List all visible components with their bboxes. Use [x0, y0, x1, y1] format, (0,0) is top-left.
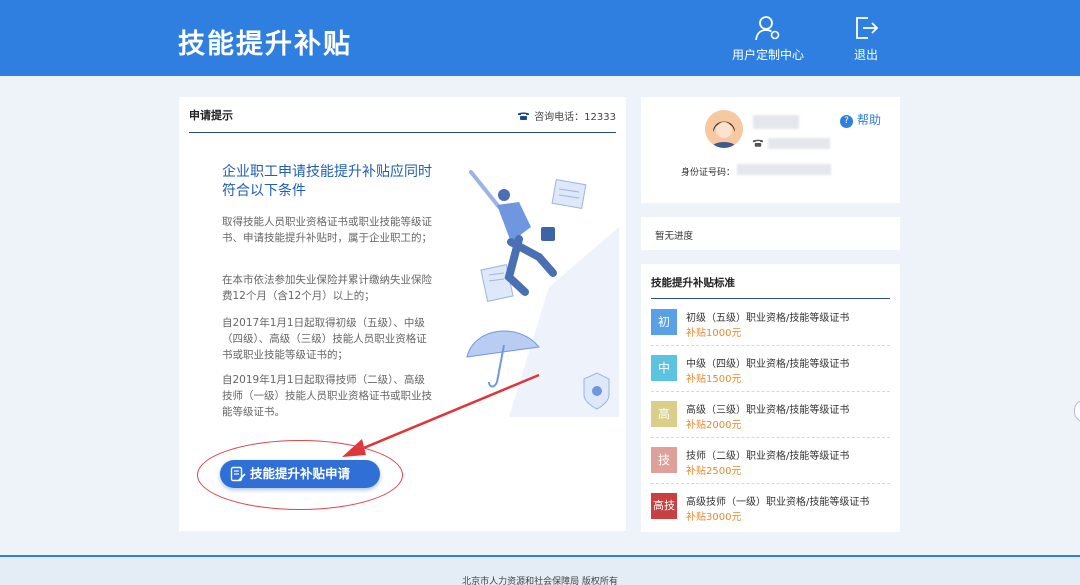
profile-card: ? 帮助 身份证号码：: [641, 97, 900, 203]
copyright-text: 北京市人力资源和社会保障局 版权所有: [462, 577, 618, 585]
logout-icon: [856, 17, 879, 39]
no-progress-text: 暂无进度: [655, 231, 694, 242]
condition-item: 在本市依法参加失业保险并累计缴纳失业保险费12个月（含12个月）以上的；: [222, 274, 432, 302]
hotline: 咨询电话：12333: [517, 108, 616, 123]
level-name: 初级（五级）职业资格/技能等级证书: [686, 313, 850, 324]
logout-button[interactable]: 退出: [826, 14, 906, 63]
avatar: [705, 110, 743, 148]
divider: [651, 298, 890, 299]
level-amount: 补贴1000元: [686, 328, 742, 339]
footer: 北京市人力资源和社会保障局 版权所有: [0, 555, 1080, 585]
user-center-button[interactable]: 用户定制中心: [728, 14, 808, 63]
avatar-person-icon: [705, 110, 743, 148]
apply-subsidy-label: 技能提升补贴申请: [250, 466, 351, 481]
level-amount: 补贴1500元: [686, 374, 742, 385]
subsidy-level-item: 高技 高级技师（一级）职业资格/技能等级证书 补贴3000元: [651, 484, 890, 530]
level-amount: 补贴2000元: [686, 420, 742, 431]
level-name: 技师（二级）职业资格/技能等级证书: [686, 451, 850, 462]
apply-tips-panel: 申请提示 咨询电话：12333 企业职工申请技能提升补贴应同时符合以下条件 取得…: [179, 97, 626, 531]
level-amount: 补贴2500元: [686, 466, 742, 477]
level-badge: 高: [651, 401, 677, 427]
masked-id-number: [737, 164, 831, 175]
level-name: 中级（四级）职业资格/技能等级证书: [686, 359, 850, 370]
top-header: 技能提升补贴 用户定制中心 退出: [0, 0, 1080, 76]
apply-tips-header: 申请提示 咨询电话：12333: [189, 97, 616, 133]
subsidy-level-item: 初 初级（五级）职业资格/技能等级证书 补贴1000元: [651, 300, 890, 346]
telephone-icon: [518, 112, 530, 120]
help-label: 帮助: [857, 113, 882, 127]
apply-tips-heading: 申请提示: [189, 109, 233, 122]
conditions-title: 企业职工申请技能提升补贴应同时符合以下条件: [222, 164, 432, 199]
side-scroll-handle[interactable]: [1074, 400, 1080, 422]
hotline-text: 咨询电话：12333: [534, 112, 616, 123]
user-center-label: 用户定制中心: [731, 48, 804, 62]
user-settings-icon: [755, 16, 780, 41]
level-name: 高级技师（一级）职业资格/技能等级证书: [686, 497, 870, 508]
subsidy-level-item: 高 高级（三级）职业资格/技能等级证书 补贴2000元: [651, 392, 890, 438]
level-badge: 高技: [651, 493, 677, 519]
level-badge: 中: [651, 355, 677, 381]
apply-subsidy-button[interactable]: 技能提升补贴申请: [220, 460, 380, 488]
level-badge: 技: [651, 447, 677, 473]
subsidy-level-item: 技 技师（二级）职业资格/技能等级证书 补贴2500元: [651, 438, 890, 484]
help-link[interactable]: ? 帮助: [840, 111, 881, 128]
level-badge: 初: [651, 309, 677, 335]
progress-card: 暂无进度: [641, 217, 900, 250]
condition-item: 自2017年1月1日起取得初级（五级）、中级（四级）、高级（三级）技能人员职业资…: [222, 317, 427, 361]
subsidy-standard-heading: 技能提升补贴标准: [651, 277, 735, 289]
subsidy-level-item: 中 中级（四级）职业资格/技能等级证书 补贴1500元: [651, 346, 890, 392]
id-number-label: 身份证号码：: [681, 168, 736, 178]
subsidy-standard-card: 技能提升补贴标准 初 初级（五级）职业资格/技能等级证书 补贴1000元 中 中…: [641, 264, 900, 532]
logout-label: 退出: [853, 48, 878, 62]
page-title: 技能提升补贴: [178, 29, 352, 60]
masked-name: [753, 115, 799, 129]
telephone-icon: [752, 139, 764, 147]
question-icon: ?: [840, 115, 853, 128]
level-name: 高级（三级）职业资格/技能等级证书: [686, 405, 850, 416]
condition-item: 取得技能人员职业资格证书或职业技能等级证书、申请技能提升补贴时，属于企业职工的；: [222, 216, 432, 244]
level-amount: 补贴3000元: [686, 512, 742, 523]
masked-phone: [768, 138, 830, 149]
form-pen-icon: [230, 466, 246, 482]
